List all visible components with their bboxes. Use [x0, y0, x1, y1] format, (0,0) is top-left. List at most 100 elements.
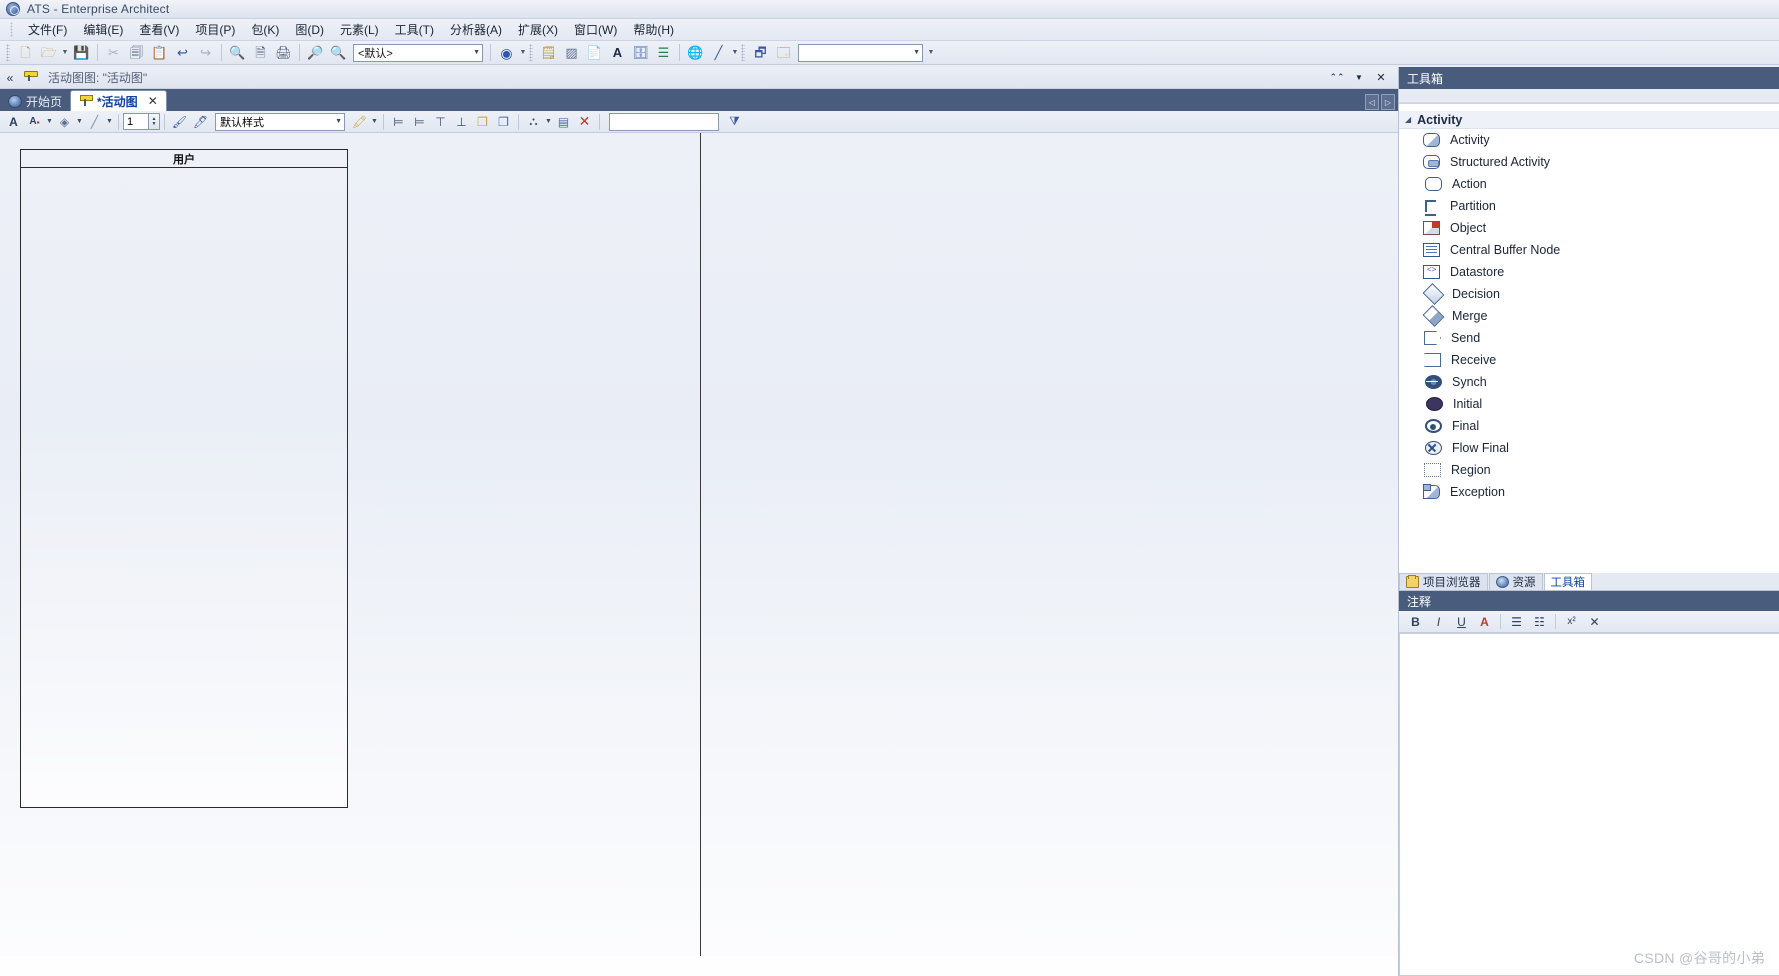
paste-icon[interactable]: 📋 [149, 43, 170, 63]
italic-button[interactable]: I [1429, 612, 1448, 631]
toolbox-item-receive[interactable]: Receive [1399, 349, 1779, 371]
toolbox-item-action[interactable]: Action [1399, 173, 1779, 195]
line-color-dropdown-icon[interactable]: ▼ [105, 112, 114, 131]
auto-layout-icon[interactable]: ⛬ [524, 112, 543, 131]
lock-icon[interactable]: ▤ [554, 112, 573, 131]
menu-grip-icon[interactable] [10, 22, 13, 37]
help-dropdown-icon[interactable]: ▼ [518, 43, 528, 63]
font-style-icon[interactable]: A ▪ [25, 112, 44, 131]
open-folder-icon[interactable]: 🗁 [38, 43, 59, 63]
toolbox-item-send[interactable]: Send [1399, 327, 1779, 349]
auto-layout-dropdown-icon[interactable]: ▼ [544, 112, 553, 131]
align-left-icon[interactable]: ⊨ [389, 112, 408, 131]
menu-element[interactable]: 元素(L) [332, 19, 387, 40]
align-right-icon[interactable]: ⊨ [410, 112, 429, 131]
toolbar-search-input[interactable]: ▼ [798, 43, 923, 62]
help-icon[interactable]: ◉ [496, 43, 517, 63]
print-icon[interactable]: 🖨 [273, 43, 294, 63]
menu-file[interactable]: 文件(F) [20, 19, 75, 40]
dropdown-icon[interactable]: ▼ [1348, 69, 1370, 87]
underline-button[interactable]: U [1452, 612, 1471, 631]
toolbox-item-central-buffer-node[interactable]: Central Buffer Node [1399, 239, 1779, 261]
toolbox-item-datastore[interactable]: Datastore [1399, 261, 1779, 283]
workspace-icon[interactable]: 🗔 [773, 43, 794, 63]
tab-start-page[interactable]: 开始页 [0, 91, 70, 111]
toolbar-grip-icon-3[interactable] [741, 44, 745, 61]
line-width-input[interactable]: 1 [123, 113, 149, 130]
toolbox-item-merge[interactable]: Merge [1399, 305, 1779, 327]
close-notes-button[interactable]: ✕ [1585, 612, 1604, 631]
toolbox-item-final[interactable]: Final [1399, 415, 1779, 437]
list-view-icon[interactable]: ☰ [653, 43, 674, 63]
close-diagram-icon[interactable]: ✕ [1370, 69, 1392, 87]
font-icon[interactable]: A [607, 43, 628, 63]
open-dropdown-icon[interactable]: ▼ [60, 43, 70, 63]
menu-window[interactable]: 窗口(W) [566, 19, 625, 40]
rtf-report-icon[interactable]: 🗄 [630, 43, 651, 63]
delete-icon[interactable]: ✕ [575, 112, 594, 131]
menu-tools[interactable]: 工具(T) [387, 19, 442, 40]
redo-icon[interactable]: ↪ [195, 43, 216, 63]
style-combo[interactable]: 默认样式 ▼ [215, 112, 345, 131]
toolbox-item-region[interactable]: Region [1399, 459, 1779, 481]
zoom-search-icon[interactable]: 🔎 [305, 43, 326, 63]
toolbox-item-partition[interactable]: Partition [1399, 195, 1779, 217]
find-in-project-icon[interactable]: 🔍 [328, 43, 349, 63]
font-color-icon[interactable]: A [4, 112, 23, 131]
toolbar-grip-icon[interactable] [6, 44, 10, 61]
partition-element[interactable]: 用户 [20, 149, 348, 808]
menu-diagram[interactable]: 图(D) [287, 19, 332, 40]
copy-icon[interactable]: 🗐 [126, 43, 147, 63]
undo-icon[interactable]: ↩ [172, 43, 193, 63]
save-layout-icon[interactable]: 🗗 [750, 43, 771, 63]
bold-button[interactable]: B [1406, 612, 1425, 631]
menu-project[interactable]: 项目(P) [187, 19, 243, 40]
cut-icon[interactable]: ✂ [103, 43, 124, 63]
toolbox-group-activity[interactable]: ◢ Activity [1399, 111, 1779, 129]
toolbox-item-exception[interactable]: Exception [1399, 481, 1779, 503]
align-bottom-icon[interactable]: ⊥ [452, 112, 471, 131]
same-height-icon[interactable]: ❐ [494, 112, 513, 131]
document-icon[interactable]: 📄 [584, 43, 605, 63]
perspective-combo[interactable]: <默认> ▼ [353, 43, 483, 62]
filter-icon[interactable]: ⧩ [725, 112, 744, 131]
back-chevron-icon[interactable]: « [0, 71, 20, 85]
panel-tab-toolbox[interactable]: 工具箱 [1543, 573, 1592, 590]
toolbox-item-flow-final[interactable]: Flow Final [1399, 437, 1779, 459]
save-icon[interactable]: 💾 [71, 43, 92, 63]
toolbar-overflow-icon[interactable]: ▼ [926, 43, 936, 63]
tab-scroll-left-icon[interactable]: ◁ [1365, 94, 1379, 110]
new-file-icon[interactable]: 🗋 [15, 43, 36, 63]
highlighter-dropdown-icon[interactable]: ▼ [370, 112, 379, 131]
toolbox-item-synch[interactable]: Synch [1399, 371, 1779, 393]
menu-extend[interactable]: 扩展(X) [510, 19, 566, 40]
toolbox-item-object[interactable]: Object [1399, 217, 1779, 239]
diagram-canvas[interactable]: 用户 [0, 133, 1398, 976]
panel-tab-project-browser[interactable]: 项目浏览器 [1399, 573, 1488, 590]
toolbox-item-decision[interactable]: Decision [1399, 283, 1779, 305]
fill-color-icon[interactable]: ◈ [55, 112, 74, 131]
menu-package[interactable]: 包(K) [243, 19, 287, 40]
collapse-ribbon-icon[interactable]: ⌃⌃ [1326, 69, 1348, 87]
align-top-icon[interactable]: ⊤ [431, 112, 450, 131]
font-style-dropdown-icon[interactable]: ▼ [45, 112, 54, 131]
line-width-stepper[interactable]: ▲ ▼ [149, 113, 160, 130]
menu-help[interactable]: 帮助(H) [625, 19, 682, 40]
tab-scroll-right-icon[interactable]: ▷ [1381, 94, 1395, 110]
matrix-icon[interactable]: ▨ [561, 43, 582, 63]
same-width-icon[interactable]: ❐ [473, 112, 492, 131]
superscript-button[interactable]: x² [1562, 612, 1581, 631]
toolbox-item-initial[interactable]: Initial [1399, 393, 1779, 415]
menu-analyzer[interactable]: 分析器(A) [442, 19, 510, 40]
new-element-icon[interactable]: 🗒 [538, 43, 559, 63]
diagram-search-input[interactable] [609, 112, 719, 131]
line-color-icon[interactable]: ╱ [85, 112, 104, 131]
toolbar-grip-icon-2[interactable] [529, 44, 533, 61]
page-icon[interactable]: 🗎 [250, 43, 271, 63]
menu-view[interactable]: 查看(V) [131, 19, 187, 40]
menu-edit[interactable]: 编辑(E) [75, 19, 131, 40]
eyedropper-icon[interactable]: 🖊 [191, 112, 210, 131]
fill-color-dropdown-icon[interactable]: ▼ [75, 112, 84, 131]
format-painter-icon[interactable]: 🖌 [170, 112, 189, 131]
notes-text-area[interactable] [1399, 633, 1779, 976]
